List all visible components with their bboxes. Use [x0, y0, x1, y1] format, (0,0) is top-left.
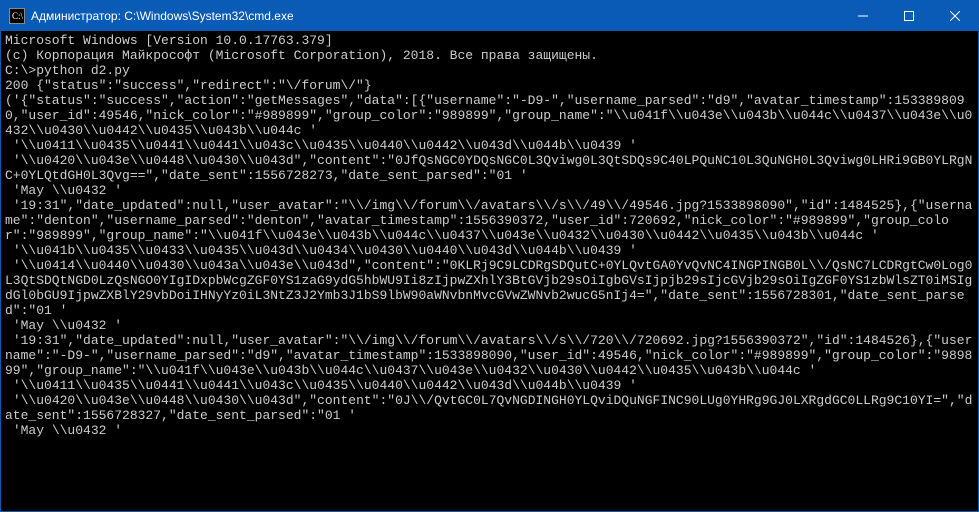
terminal-line: '\\u0414\\u0440\\u0430\\u043a\\u043e\\u0…	[5, 258, 974, 318]
terminal-line: 'May \\u0432 '	[5, 183, 974, 198]
terminal-line: 200 {"status":"success","redirect":"\/fo…	[5, 78, 974, 93]
cmd-window: C:\ Администратор: C:\Windows\System32\c…	[0, 0, 979, 512]
maximize-button[interactable]	[886, 1, 932, 31]
terminal-line: '\\u041b\\u0435\\u0433\\u0435\\u043d\\u0…	[5, 243, 974, 258]
terminal-line: 'May \\u0432 '	[5, 318, 974, 333]
terminal-line: (c) Корпорация Майкрософт (Microsoft Cor…	[5, 48, 974, 63]
window-controls	[840, 1, 978, 31]
close-button[interactable]	[932, 1, 978, 31]
svg-text:C:\: C:\	[12, 11, 24, 21]
cmd-icon: C:\	[9, 8, 25, 24]
terminal-line: ('{"status":"success","action":"getMessa…	[5, 93, 974, 138]
terminal-line: '19:31","date_updated":null,"user_avatar…	[5, 198, 974, 243]
terminal-line: Microsoft Windows [Version 10.0.17763.37…	[5, 33, 974, 48]
terminal-line: '\\u0411\\u0435\\u0441\\u0441\\u043c\\u0…	[5, 378, 974, 393]
terminal-line: '\\u0420\\u043e\\u0448\\u0430\\u043d","c…	[5, 393, 974, 423]
minimize-button[interactable]	[840, 1, 886, 31]
terminal-line: C:\>python d2.py	[5, 63, 974, 78]
terminal-output[interactable]: Microsoft Windows [Version 10.0.17763.37…	[1, 31, 978, 511]
terminal-line: '19:31","date_updated":null,"user_avatar…	[5, 333, 974, 378]
terminal-line: '\\u0411\\u0435\\u0441\\u0441\\u043c\\u0…	[5, 138, 974, 153]
window-title: Администратор: C:\Windows\System32\cmd.e…	[31, 9, 840, 23]
titlebar[interactable]: C:\ Администратор: C:\Windows\System32\c…	[1, 1, 978, 31]
terminal-line: '\\u0420\\u043e\\u0448\\u0430\\u043d","c…	[5, 153, 974, 183]
terminal-line: 'May \\u0432 '	[5, 423, 974, 438]
